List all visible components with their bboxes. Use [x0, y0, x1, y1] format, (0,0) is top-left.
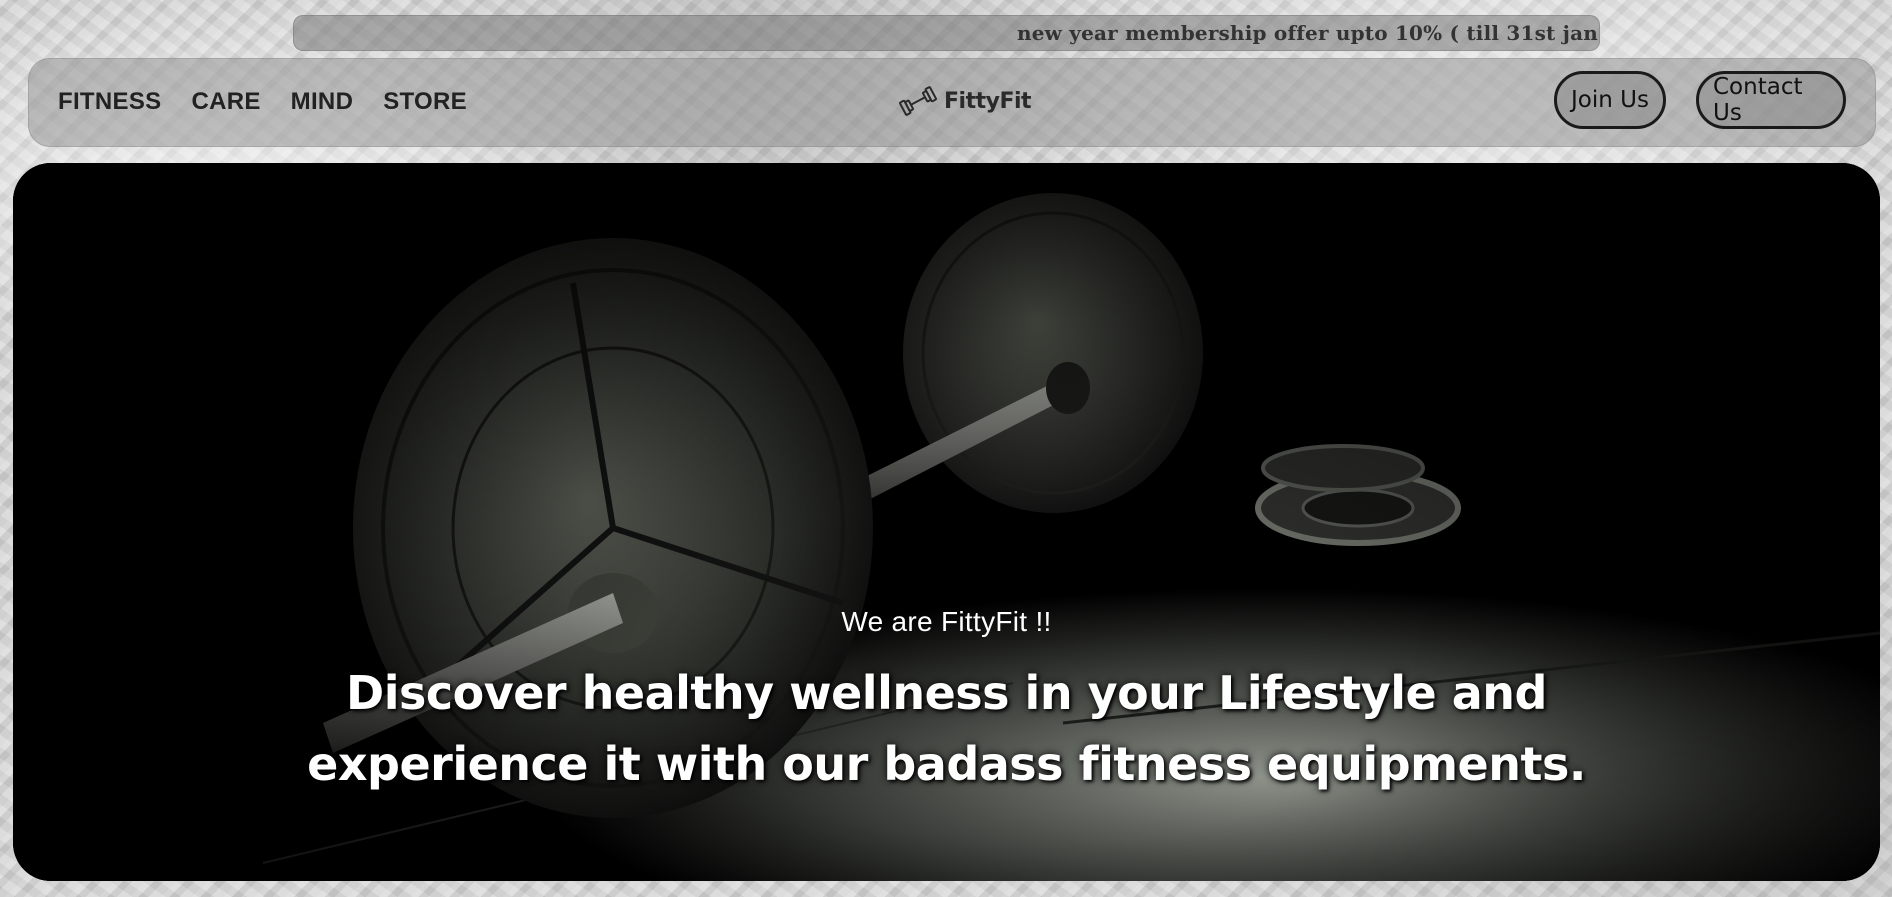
hero-headline-line-1: Discover healthy wellness in your Lifest… [346, 666, 1547, 720]
hero-headline-line-2: experience it with our badass fitness eq… [307, 737, 1586, 791]
nav-link-mind[interactable]: MIND [291, 88, 354, 116]
contact-us-button[interactable]: Contact Us [1696, 71, 1846, 129]
join-us-button[interactable]: Join Us [1554, 71, 1666, 129]
hero-headline: Discover healthy wellness in your Lifest… [13, 658, 1880, 800]
brand-logo[interactable]: FittyFit [898, 86, 1032, 116]
nav-link-fitness[interactable]: FITNESS [58, 88, 161, 116]
dumbbell-icon [899, 86, 937, 116]
navbar: FITNESS CARE MIND STORE FittyFit Join Us… [28, 58, 1876, 147]
brand-name: FittyFit [944, 88, 1032, 114]
nav-link-store[interactable]: STORE [383, 88, 467, 116]
nav-links: FITNESS CARE MIND STORE [58, 88, 467, 116]
nav-link-care[interactable]: CARE [191, 88, 260, 116]
announcement-bar: new year membership offer upto 10% ( til… [293, 15, 1600, 51]
hero-eyebrow: We are FittyFit !! [841, 606, 1052, 637]
hero-section: We are FittyFit !! Discover healthy well… [13, 163, 1880, 881]
nav-actions: Join Us Contact Us [1554, 71, 1846, 129]
announcement-text: new year membership offer upto 10% ( til… [1017, 21, 1598, 45]
